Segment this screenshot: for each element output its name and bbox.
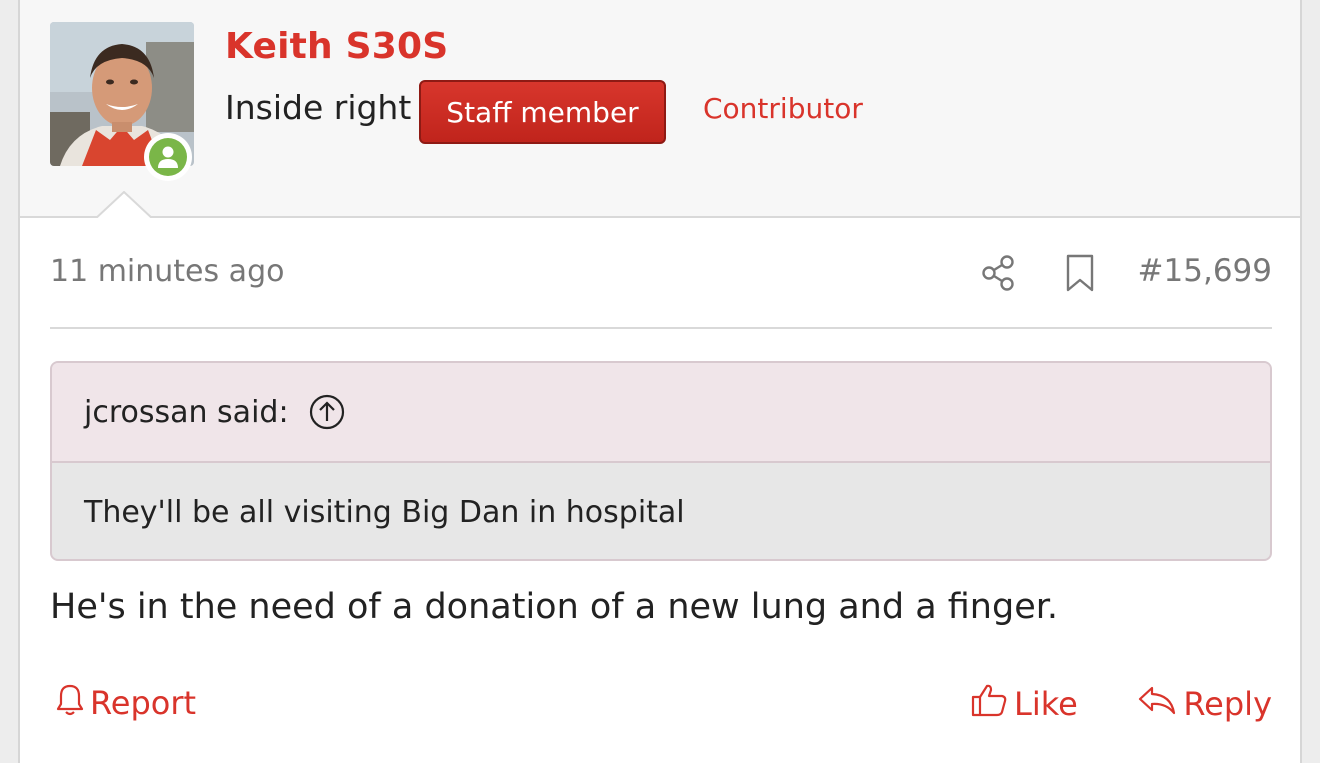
arrow-up-circle-icon[interactable] [309,394,345,430]
report-label: Report [90,684,197,722]
share-icon[interactable] [980,253,1016,293]
online-status-badge [144,133,192,181]
quote-attribution[interactable]: jcrossan said: [84,395,289,430]
like-button[interactable]: Like [970,682,1078,726]
like-label: Like [1014,685,1078,723]
reply-arrow-icon [1137,682,1183,726]
bell-icon [56,682,90,724]
username-link[interactable]: Keith S30S [225,26,448,67]
post-actions: Report Like Reply [50,682,1272,732]
user-title: Inside right [225,88,412,127]
post-body: He's in the need of a donation of a new … [50,587,1059,627]
quote-text: They'll be all visiting Big Dan in hospi… [84,494,685,530]
meta-divider [50,327,1272,329]
quote-header: jcrossan said: [52,363,1270,463]
contributor-banner: Contributor [703,92,863,125]
post-card: Keith S30S Inside right Staff member Con… [18,0,1302,763]
report-button[interactable]: Report [56,682,196,724]
post-user-header: Keith S30S Inside right Staff member Con… [20,0,1300,221]
user-online-icon [149,138,187,176]
thumbs-up-icon [970,682,1014,726]
staff-member-badge: Staff member [419,80,666,144]
post-meta-row: 11 minutes ago #15,699 [50,250,1272,300]
quote-block: jcrossan said: They'll be all visiting B… [50,361,1272,561]
reply-label: Reply [1183,685,1272,723]
post-timestamp[interactable]: 11 minutes ago [50,254,284,289]
post-number-link[interactable]: #15,699 [1138,253,1272,289]
bookmark-icon[interactable] [1064,253,1096,293]
reply-button[interactable]: Reply [1137,682,1272,726]
